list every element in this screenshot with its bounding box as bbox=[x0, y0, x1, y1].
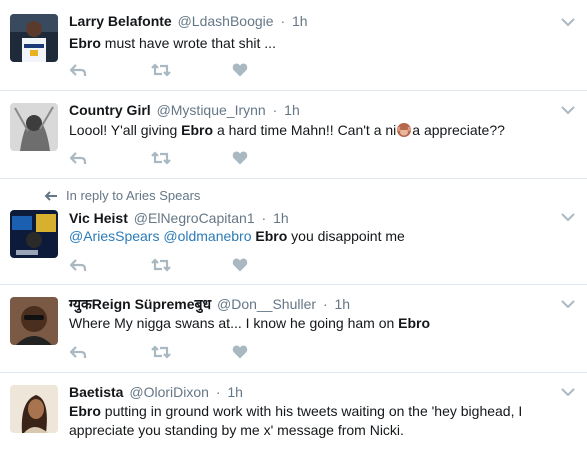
tweet-text-part: Loool! Y'all giving bbox=[69, 122, 182, 138]
tweet-text: Where My nigga swans at... I know he goi… bbox=[69, 314, 569, 333]
user-handle[interactable]: @Don__Shuller bbox=[217, 296, 316, 312]
highlight-term: Ebro bbox=[255, 228, 288, 244]
tweet-text: @AriesSpears @oldmanebro Ebro you disapp… bbox=[69, 227, 569, 246]
avatar[interactable] bbox=[10, 210, 58, 258]
display-name[interactable]: ग्युकReign Süpremeबुध bbox=[69, 296, 211, 312]
tweet-text: Ebro must have wrote that shit ... bbox=[69, 34, 569, 53]
user-handle[interactable]: @Mystique_Irynn bbox=[157, 102, 266, 118]
tweet-actions bbox=[69, 344, 269, 360]
reply-context[interactable]: In reply to Aries Spears bbox=[44, 188, 200, 204]
chevron-down-icon[interactable] bbox=[561, 17, 575, 27]
separator-dot: · bbox=[280, 13, 286, 29]
timestamp[interactable]: 1h bbox=[227, 384, 243, 400]
heart-icon[interactable] bbox=[232, 257, 248, 273]
avatar[interactable] bbox=[10, 297, 58, 345]
highlight-term: Ebro bbox=[181, 122, 214, 138]
monkey-emoji-icon bbox=[397, 123, 412, 137]
tweet-header: Baetista @OloriDixon · 1h bbox=[69, 383, 243, 401]
separator-dot: · bbox=[261, 210, 267, 226]
highlight-term: Ebro bbox=[69, 35, 101, 51]
reply-context-text: In reply to Aries Spears bbox=[66, 188, 201, 203]
display-name[interactable]: Baetista bbox=[69, 384, 123, 400]
mention-link[interactable]: @oldmanebro bbox=[163, 228, 251, 244]
retweet-icon[interactable] bbox=[150, 257, 172, 273]
chevron-down-icon[interactable] bbox=[561, 387, 575, 397]
timestamp[interactable]: 1h bbox=[335, 296, 351, 312]
display-name[interactable]: Country Girl bbox=[69, 102, 151, 118]
chevron-down-icon[interactable] bbox=[561, 212, 575, 222]
timestamp[interactable]: 1h bbox=[273, 210, 289, 226]
tweet-header: ग्युकReign Süpremeबुध @Don__Shuller · 1h bbox=[69, 295, 350, 313]
tweet-text-part: appreciate you standing by me x' message… bbox=[69, 422, 404, 438]
tweet-text: Loool! Y'all giving Ebro a hard time Mah… bbox=[69, 121, 569, 140]
chevron-down-icon[interactable] bbox=[561, 105, 575, 115]
tweet-text-part: Where My nigga swans at... I know he goi… bbox=[69, 315, 399, 331]
reply-arrow-icon bbox=[44, 191, 57, 201]
avatar[interactable] bbox=[10, 103, 58, 151]
mention-link[interactable]: @AriesSpears bbox=[69, 228, 159, 244]
tweet[interactable]: In reply to Aries Spears Vic Heist @ElNe… bbox=[0, 179, 587, 285]
user-handle[interactable]: @LdashBoogie bbox=[178, 13, 274, 29]
tweet-actions bbox=[69, 62, 269, 78]
tweet-actions bbox=[69, 150, 269, 166]
tweet[interactable]: Country Girl @Mystique_Irynn · 1h Loool!… bbox=[0, 91, 587, 179]
tweet[interactable]: Baetista @OloriDixon · 1h Ebro putting i… bbox=[0, 373, 587, 451]
tweet-text-part: putting in ground work with his tweets w… bbox=[100, 403, 523, 419]
tweet-text-part: you disappoint me bbox=[287, 228, 405, 244]
heart-icon[interactable] bbox=[232, 62, 248, 78]
retweet-icon[interactable] bbox=[150, 344, 172, 360]
display-name[interactable]: Larry Belafonte bbox=[69, 13, 172, 29]
timestamp[interactable]: 1h bbox=[284, 102, 300, 118]
separator-dot: · bbox=[272, 102, 278, 118]
retweet-icon[interactable] bbox=[150, 150, 172, 166]
tweet-feed: Larry Belafonte @LdashBoogie · 1h Ebro m… bbox=[0, 0, 587, 451]
reply-icon[interactable] bbox=[69, 62, 87, 78]
tweet-text-part: must have wrote that shit ... bbox=[100, 35, 276, 51]
user-handle[interactable]: @ElNegroCapitan1 bbox=[134, 210, 255, 226]
highlight-term: Ebro bbox=[69, 403, 101, 419]
avatar[interactable] bbox=[10, 385, 58, 433]
user-handle[interactable]: @OloriDixon bbox=[129, 384, 209, 400]
reply-icon[interactable] bbox=[69, 257, 87, 273]
tweet-header: Larry Belafonte @LdashBoogie · 1h bbox=[69, 12, 308, 30]
avatar[interactable] bbox=[10, 14, 58, 62]
tweet-actions bbox=[69, 257, 269, 273]
reply-icon[interactable] bbox=[69, 150, 87, 166]
display-name[interactable]: Vic Heist bbox=[69, 210, 128, 226]
heart-icon[interactable] bbox=[232, 150, 248, 166]
separator-dot: · bbox=[322, 296, 328, 312]
tweet-header: Country Girl @Mystique_Irynn · 1h bbox=[69, 101, 300, 119]
tweet-text-part: a hard time Mahn!! Can't a ni bbox=[213, 122, 397, 138]
retweet-icon[interactable] bbox=[150, 62, 172, 78]
separator-dot: · bbox=[215, 384, 221, 400]
tweet-text: Ebro putting in ground work with his twe… bbox=[69, 402, 569, 440]
reply-icon[interactable] bbox=[69, 344, 87, 360]
heart-icon[interactable] bbox=[232, 344, 248, 360]
tweet[interactable]: Larry Belafonte @LdashBoogie · 1h Ebro m… bbox=[0, 0, 587, 91]
tweet[interactable]: ग्युकReign Süpremeबुध @Don__Shuller · 1h… bbox=[0, 285, 587, 373]
chevron-down-icon[interactable] bbox=[561, 299, 575, 309]
timestamp[interactable]: 1h bbox=[292, 13, 308, 29]
tweet-text-part: a appreciate?? bbox=[412, 122, 505, 138]
tweet-header: Vic Heist @ElNegroCapitan1 · 1h bbox=[69, 209, 289, 227]
highlight-term: Ebro bbox=[398, 315, 431, 331]
